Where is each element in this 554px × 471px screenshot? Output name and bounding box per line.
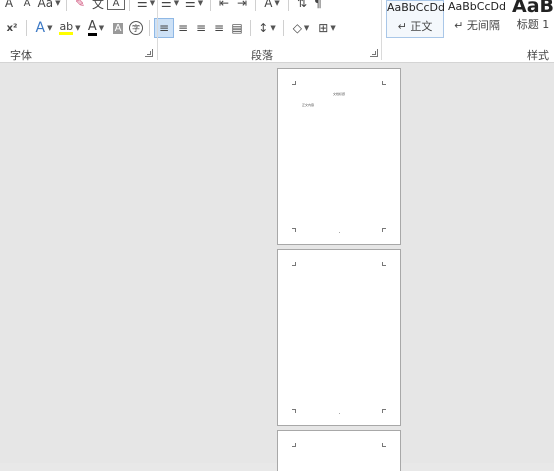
enclose-char-button[interactable]: 字 (127, 19, 145, 37)
multilevel-list-icon[interactable]: ☰ ▼ (182, 0, 206, 12)
distributed-icon[interactable]: ▤ (228, 19, 246, 37)
ribbon: A A Aa ▼ ✎ 文 A ☰ ▼ ☰ ▼ ☰ ▼ ⇤ ⇥ A ▼ ⇅ ¶ x² A ▼ … (0, 0, 554, 63)
style-heading-1[interactable]: AaB 标题 1 (512, 0, 554, 36)
text-effect-button[interactable]: A ▼ (31, 19, 57, 37)
show-marks-icon[interactable]: ¶ (311, 0, 325, 12)
shading-icon[interactable]: ◇ ▼ (288, 19, 314, 37)
paragraph-group-label: 段落 (251, 49, 273, 62)
document-line[interactable]: 正文内容 (302, 103, 314, 107)
superscript-button[interactable]: x² (2, 19, 22, 37)
char-border-icon[interactable]: A (107, 0, 125, 10)
align-right-icon[interactable]: ≡ (192, 19, 210, 37)
increase-indent-icon[interactable]: ⇥ (233, 0, 251, 12)
shrink-font-button[interactable]: A (18, 0, 36, 12)
font-dialog-launcher-icon[interactable] (145, 49, 153, 57)
font-color-button[interactable]: A ▼ (83, 19, 109, 37)
document-area[interactable]: 文档标题 正文内容 (0, 63, 554, 471)
grow-font-button[interactable]: A (0, 0, 18, 12)
style-no-spacing[interactable]: AaBbCcDd ↵ 无间隔 (447, 0, 507, 36)
bullets-icon[interactable]: ☰ ▼ (134, 0, 158, 12)
document-title[interactable]: 文档标题 (333, 92, 345, 96)
paragraph-dialog-launcher-icon[interactable] (370, 49, 378, 57)
page-1[interactable]: 文档标题 正文内容 (277, 68, 401, 245)
phonetic-guide-icon[interactable]: 文 (89, 0, 107, 12)
justify-icon[interactable]: ≡ (210, 19, 228, 37)
styles-group-label: 样式 (527, 49, 549, 62)
line-spacing-icon[interactable]: ↕ ▼ (255, 19, 279, 37)
highlight-button[interactable]: ab ▼ (57, 19, 83, 37)
char-shading-button[interactable]: A (109, 19, 127, 37)
change-case-button[interactable]: Aa ▼ (36, 0, 62, 12)
font-group-label: 字体 (10, 49, 32, 62)
page-3[interactable] (277, 430, 401, 471)
sort-icon[interactable]: ⇅ (293, 0, 311, 12)
decrease-indent-icon[interactable]: ⇤ (215, 0, 233, 12)
eraser-icon[interactable]: ✎ (71, 0, 89, 12)
chinese-layout-icon[interactable]: A ▼ (260, 0, 284, 12)
align-center-icon[interactable]: ≡ (174, 19, 192, 37)
numbering-icon[interactable]: ☰ ▼ (158, 0, 182, 12)
borders-icon[interactable]: ⊞ ▼ (314, 19, 340, 37)
page-2[interactable] (277, 249, 401, 426)
style-normal[interactable]: AaBbCcDd ↵ 正文 (386, 0, 445, 38)
